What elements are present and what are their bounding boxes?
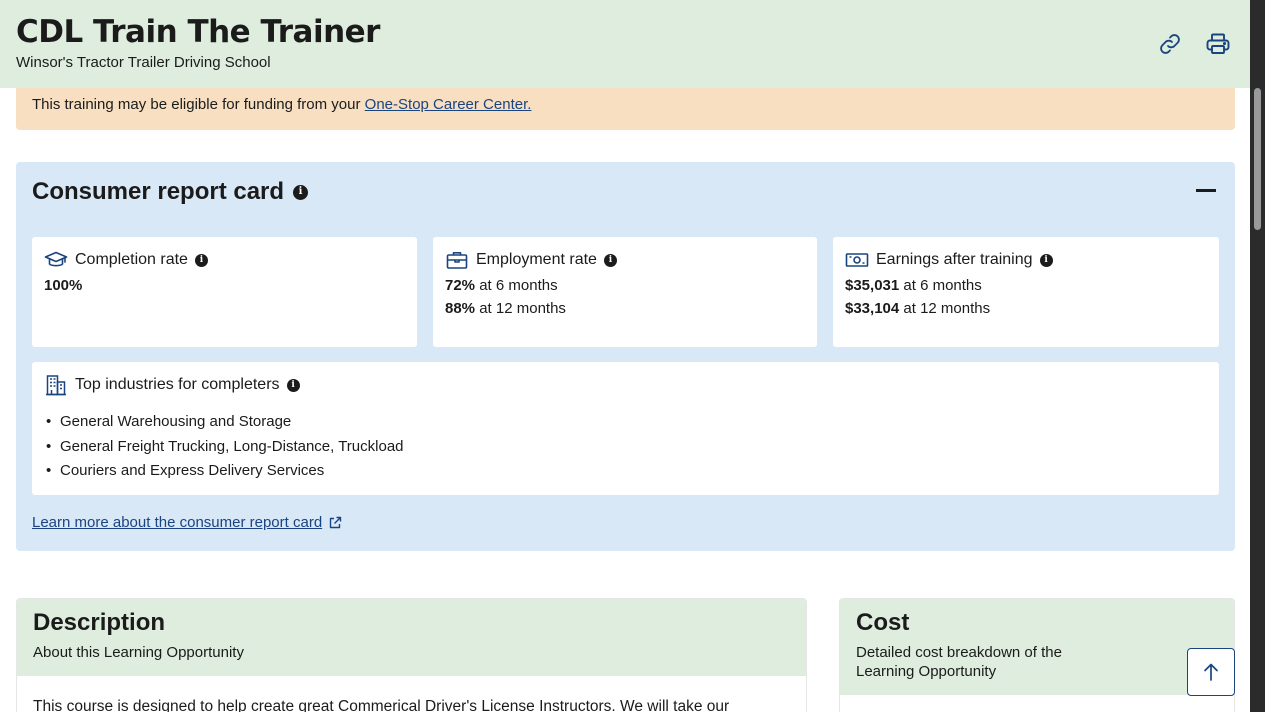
description-subtitle: About this Learning Opportunity — [33, 644, 244, 661]
learn-more-label: Learn more about the consumer report car… — [32, 514, 323, 531]
cost-title: Cost — [856, 609, 910, 636]
top-industries-card: Top industries for completers i General … — [32, 362, 1219, 495]
cost-header: Cost Detailed cost breakdown of the Lear… — [840, 599, 1234, 695]
copy-link-button[interactable] — [1156, 30, 1184, 58]
learn-more-report-card-link[interactable]: Learn more about the consumer report car… — [32, 514, 342, 531]
info-icon[interactable]: i — [1039, 253, 1053, 267]
completion-rate-line: 100% — [44, 277, 405, 294]
funding-alert: This training may be eligible for fundin… — [16, 88, 1235, 130]
report-card-heading: Consumer report card i — [32, 178, 309, 206]
list-item: General Freight Trucking, Long-Distance,… — [44, 435, 1207, 460]
earnings-6mo-period: at 6 months — [899, 277, 982, 294]
info-icon[interactable]: i — [293, 184, 309, 200]
collapse-button[interactable] — [1196, 189, 1216, 192]
employment-6mo-value: 72% — [445, 277, 476, 294]
link-icon — [1160, 34, 1180, 54]
page-viewport: CDL Train The Trainer Winsor's Tractor T… — [0, 0, 1250, 712]
description-title: Description — [33, 609, 166, 636]
back-to-top-button[interactable] — [1187, 648, 1235, 696]
page-title: CDL Train The Trainer — [16, 14, 380, 50]
completion-rate-card: Completion rate i 100% — [32, 237, 417, 347]
one-stop-career-center-link[interactable]: One-Stop Career Center. — [365, 96, 532, 113]
info-icon[interactable]: i — [286, 378, 300, 392]
briefcase-icon — [446, 252, 468, 269]
employment-rate-label: Employment rate — [476, 251, 597, 268]
earnings-6mo: $35,031 at 6 months — [845, 277, 1207, 294]
page-header: CDL Train The Trainer Winsor's Tractor T… — [0, 0, 1250, 88]
description-body: This course is designed to help create g… — [33, 698, 730, 712]
graduation-cap-icon — [44, 251, 68, 267]
completion-rate-label: Completion rate — [75, 251, 188, 268]
earnings-12mo-period: at 12 months — [899, 300, 991, 317]
completion-rate-header: Completion rate i — [44, 249, 405, 271]
scrollbar-thumb[interactable] — [1254, 88, 1261, 230]
info-icon[interactable]: i — [603, 253, 617, 267]
cost-subtitle: Detailed cost breakdown of the Learning … — [856, 644, 1062, 680]
employment-rate-header: Employment rate i — [445, 249, 805, 271]
employment-12mo-period: at 12 months — [475, 300, 566, 317]
earnings-12mo-value: $33,104 — [845, 300, 900, 317]
earnings-12mo: $33,104 at 12 months — [845, 300, 1207, 317]
employment-rate-12mo: 88% at 12 months — [445, 300, 805, 317]
description-card: Description About this Learning Opportun… — [16, 598, 807, 712]
funding-text: This training may be eligible for fundin… — [32, 96, 365, 113]
completion-rate-value: 100% — [44, 277, 83, 294]
earnings-header: Earnings after training i — [845, 249, 1207, 271]
print-icon — [1206, 33, 1230, 54]
earnings-6mo-value: $35,031 — [845, 277, 900, 294]
description-header: Description About this Learning Opportun… — [17, 599, 806, 676]
employment-rate-6mo: 72% at 6 months — [445, 277, 805, 294]
print-button[interactable] — [1204, 30, 1232, 58]
earnings-label: Earnings after training — [876, 251, 1033, 268]
money-icon — [845, 253, 869, 267]
list-item: Couriers and Express Delivery Services — [44, 459, 1207, 484]
vertical-scrollbar[interactable] — [1250, 0, 1265, 712]
info-icon[interactable]: i — [194, 253, 208, 267]
employment-rate-card: Employment rate i 72% at 6 months 88% at… — [433, 237, 817, 347]
cost-card: Cost Detailed cost breakdown of the Lear… — [839, 598, 1235, 712]
employment-6mo-period: at 6 months — [475, 277, 558, 294]
earnings-card: Earnings after training i $35,031 at 6 m… — [833, 237, 1219, 347]
provider-name: Winsor's Tractor Trailer Driving School — [16, 54, 271, 71]
arrow-up-icon — [1204, 663, 1218, 681]
industries-list: General Warehousing and Storage General … — [44, 410, 1207, 484]
employment-12mo-value: 88% — [445, 300, 476, 317]
list-item: General Warehousing and Storage — [44, 410, 1207, 435]
external-link-icon — [329, 516, 342, 528]
building-icon — [46, 375, 66, 396]
report-card-title: Consumer report card — [32, 178, 285, 205]
top-industries-header: Top industries for completers i — [44, 374, 1207, 396]
consumer-report-card: Consumer report card i Completion rate i… — [16, 162, 1235, 551]
top-industries-label: Top industries for completers — [75, 376, 280, 393]
